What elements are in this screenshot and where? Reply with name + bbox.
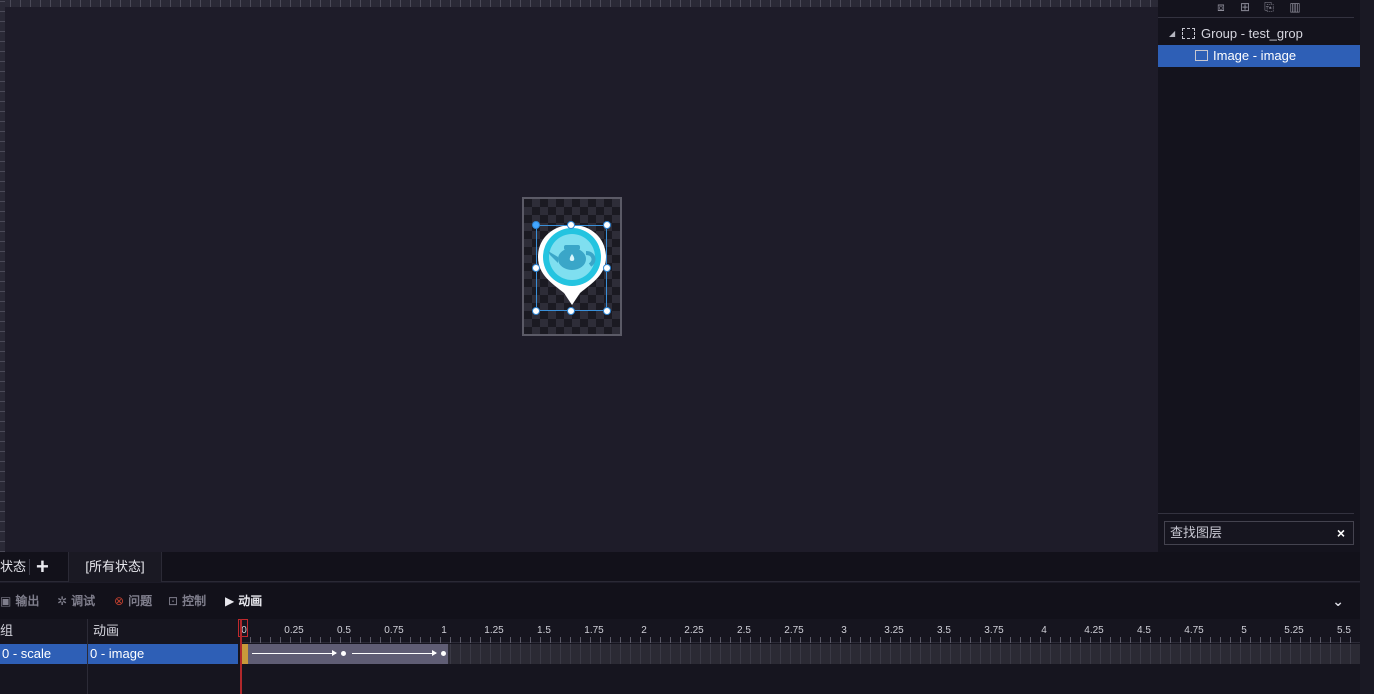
- selection-handle-left[interactable]: [532, 264, 540, 272]
- state-tabs-bar: 状态 + [所有状态]: [0, 552, 1360, 582]
- time-tick-label: 2.5: [737, 625, 751, 636]
- state-tab-all[interactable]: [所有状态]: [68, 552, 162, 582]
- tween-arrow: [252, 650, 337, 656]
- layer-item-group[interactable]: ◢ Group - test_grop: [1158, 23, 1360, 45]
- time-tick-label: 5.5: [1337, 625, 1351, 636]
- selection-box[interactable]: [536, 225, 607, 311]
- animation-column-header: 动画: [93, 623, 120, 638]
- editor-window: ⧈ ⊞ ⎘ ▥ ◢ Group - test_grop Image - imag…: [0, 0, 1374, 694]
- layers-toolbar: ⧈ ⊞ ⎘ ▥: [1158, 0, 1354, 18]
- tab-label: 动画: [238, 594, 263, 608]
- time-ruler[interactable]: 0 0.25 0.5 0.75 1 1.25 1.5 1.75 2 2.25 2.5 2.75 3 3.2…: [240, 619, 1360, 643]
- state-tab-current[interactable]: 状态: [0, 552, 26, 582]
- selection-handle-top[interactable]: [567, 221, 575, 229]
- animation-clip[interactable]: [240, 644, 448, 664]
- time-tick-label: 3.75: [984, 625, 1004, 636]
- selection-handle-bottom[interactable]: [567, 307, 575, 315]
- panel-divider: [1158, 513, 1354, 514]
- group-icon: [1182, 28, 1195, 39]
- collapse-chevron-icon[interactable]: ⌄: [1332, 593, 1344, 610]
- tab-problems[interactable]: ⊗ 问题: [114, 593, 152, 609]
- time-tick-label: 2.25: [684, 625, 704, 636]
- selection-handle-top-right[interactable]: [603, 221, 611, 229]
- horizontal-ruler: [0, 0, 1158, 7]
- time-tick-label: 0.5: [337, 625, 351, 636]
- layer-item-label: Group - test_grop: [1201, 26, 1303, 41]
- layer-order-icon[interactable]: ⊞: [1238, 0, 1252, 14]
- copy-icon[interactable]: ⎘: [1262, 0, 1276, 14]
- selection-handle-bottom-left[interactable]: [532, 307, 540, 315]
- time-tick-label: 4.5: [1137, 625, 1151, 636]
- scene-canvas[interactable]: [0, 0, 1158, 552]
- time-tick-label: 1.75: [584, 625, 604, 636]
- terminal-icon: ⊡: [168, 594, 179, 608]
- tween-arrow: [352, 650, 437, 656]
- time-tick-label: 1.25: [484, 625, 504, 636]
- add-state-button[interactable]: +: [36, 555, 49, 579]
- time-tick-label: 2: [641, 625, 647, 636]
- time-tick-label: 4.25: [1084, 625, 1104, 636]
- layer-search-placeholder: 查找图层: [1170, 525, 1223, 540]
- selection-handle-bottom-right[interactable]: [603, 307, 611, 315]
- group-column-header: 组: [0, 619, 88, 643]
- animation-row[interactable]: 0 - image: [88, 644, 238, 664]
- time-tick-label: 0.75: [384, 625, 404, 636]
- right-scrollbar[interactable]: [1360, 0, 1374, 694]
- tab-label: 调试: [71, 594, 96, 608]
- playhead-line[interactable]: [240, 619, 242, 694]
- image-icon: [1195, 50, 1208, 61]
- output-icon: ▣: [0, 594, 12, 608]
- console-tabs-bar: ▣ 输出 ✲ 调试 ⊗ 问题 ⊡ 控制 ▶ 动画 ⌄: [0, 583, 1360, 619]
- tab-console[interactable]: ⊡ 控制: [168, 593, 206, 609]
- animation-track[interactable]: [240, 644, 1360, 664]
- tab-animation[interactable]: ▶ 动画: [225, 593, 262, 609]
- tab-output[interactable]: ▣ 输出: [0, 593, 39, 609]
- time-tick-label: 4: [1041, 625, 1047, 636]
- tab-label: 问题: [128, 594, 153, 608]
- tab-debug[interactable]: ✲ 调试: [57, 593, 95, 609]
- vertical-ruler: [0, 0, 5, 552]
- time-tick-label: 3.5: [937, 625, 951, 636]
- time-tick-label: 3: [841, 625, 847, 636]
- time-tick-label: 1.5: [537, 625, 551, 636]
- selection-handle-right[interactable]: [603, 264, 611, 272]
- group-row[interactable]: 0 - scale: [0, 644, 87, 664]
- ruler-ticks: [240, 637, 1360, 643]
- animation-timeline: 组 动画 0 - scale 0 - image 0 0.25 0.5 0.75 1 1.…: [0, 619, 1360, 694]
- delete-icon[interactable]: ▥: [1288, 0, 1302, 14]
- time-tick-label: 5.25: [1284, 625, 1304, 636]
- time-tick-label: 1: [441, 625, 447, 636]
- selection-handle-top-left[interactable]: [532, 221, 540, 229]
- tab-label: 控制: [182, 594, 207, 608]
- tab-label: 输出: [15, 594, 40, 608]
- layer-item-image[interactable]: Image - image: [1158, 45, 1360, 67]
- keyframe-mid[interactable]: [341, 651, 346, 656]
- time-tick-label: 0.25: [284, 625, 304, 636]
- time-tick-label: 3.25: [884, 625, 904, 636]
- time-tick-label: 2.75: [784, 625, 804, 636]
- clear-search-icon[interactable]: ×: [1337, 522, 1345, 544]
- tab-divider: [29, 559, 30, 575]
- time-tick-label: 4.75: [1184, 625, 1204, 636]
- error-icon: ⊗: [114, 594, 125, 608]
- expand-arrow-icon[interactable]: ◢: [1169, 23, 1175, 45]
- animation-icon: ▶: [225, 594, 235, 608]
- keyframe-end[interactable]: [441, 651, 446, 656]
- layer-item-label: Image - image: [1213, 48, 1297, 63]
- layer-search-input[interactable]: 查找图层 ×: [1164, 521, 1354, 545]
- bug-icon: ✲: [57, 594, 68, 608]
- time-tick-label: 5: [1241, 625, 1247, 636]
- layers-panel: ⧈ ⊞ ⎘ ▥ ◢ Group - test_grop Image - imag…: [1158, 0, 1360, 552]
- align-icon[interactable]: ⧈: [1214, 0, 1228, 14]
